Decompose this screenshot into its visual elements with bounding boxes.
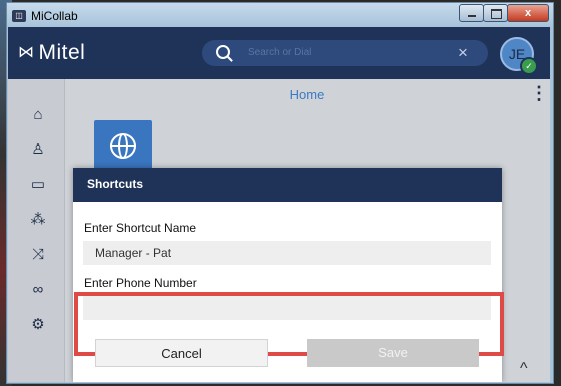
app-header: ⋈ Mitel Search or Dial × JE ✓ — [8, 27, 550, 79]
call-history-icon[interactable]: ⤨ — [28, 245, 48, 265]
gear-icon[interactable]: ⚙ — [28, 315, 48, 335]
clear-search-icon[interactable]: × — [458, 43, 468, 63]
cancel-button[interactable]: Cancel — [95, 339, 268, 367]
dialog-header: Shortcuts — [73, 168, 502, 202]
micollab-app-icon: ◫ — [12, 10, 26, 22]
globe-icon — [110, 133, 136, 159]
save-button[interactable]: Save — [307, 339, 479, 367]
shortcut-name-field[interactable]: Manager - Pat — [83, 241, 491, 265]
dialog-title: Shortcuts — [87, 177, 144, 191]
search-input[interactable]: Search or Dial — [248, 47, 311, 58]
mitel-logo: ⋈ Mitel — [18, 41, 85, 65]
search-bar[interactable]: Search or Dial × — [202, 40, 488, 66]
voicemail-icon[interactable]: ∞ — [28, 280, 48, 300]
chevron-up-icon[interactable]: ^ — [520, 360, 528, 378]
presence-available-icon: ✓ — [520, 57, 538, 75]
phone-number-label: Enter Phone Number — [84, 276, 197, 290]
more-options-icon[interactable]: ⋮ — [530, 83, 548, 104]
search-icon[interactable] — [216, 45, 230, 59]
minimize-button[interactable] — [459, 4, 484, 22]
page-title: Home — [289, 87, 325, 102]
chat-icon[interactable]: ▭ — [28, 175, 48, 195]
app-content: ⋈ Mitel Search or Dial × JE ✓ ⌂ ♙ ▭ ⁂ ⤨ ∞… — [8, 27, 550, 382]
shortcut-name-value: Manager - Pat — [95, 246, 172, 260]
close-button[interactable]: x — [507, 4, 549, 22]
shortcut-name-label: Enter Shortcut Name — [84, 221, 197, 235]
window-title: MiCollab — [31, 9, 78, 23]
groups-icon[interactable]: ⁂ — [28, 210, 48, 230]
mitel-logo-icon: ⋈ — [18, 44, 35, 61]
home-icon[interactable]: ⌂ — [28, 105, 48, 125]
maximize-button[interactable] — [483, 4, 508, 22]
sidebar: ⌂ ♙ ▭ ⁂ ⤨ ∞ ⚙ — [8, 79, 65, 382]
brand-name: Mitel — [38, 41, 86, 64]
title-bar[interactable]: ◫ MiCollab x — [7, 3, 553, 29]
shortcut-tile[interactable] — [94, 120, 152, 174]
home-bar: Home ⋮ — [64, 79, 550, 109]
person-icon[interactable]: ♙ — [28, 140, 48, 160]
